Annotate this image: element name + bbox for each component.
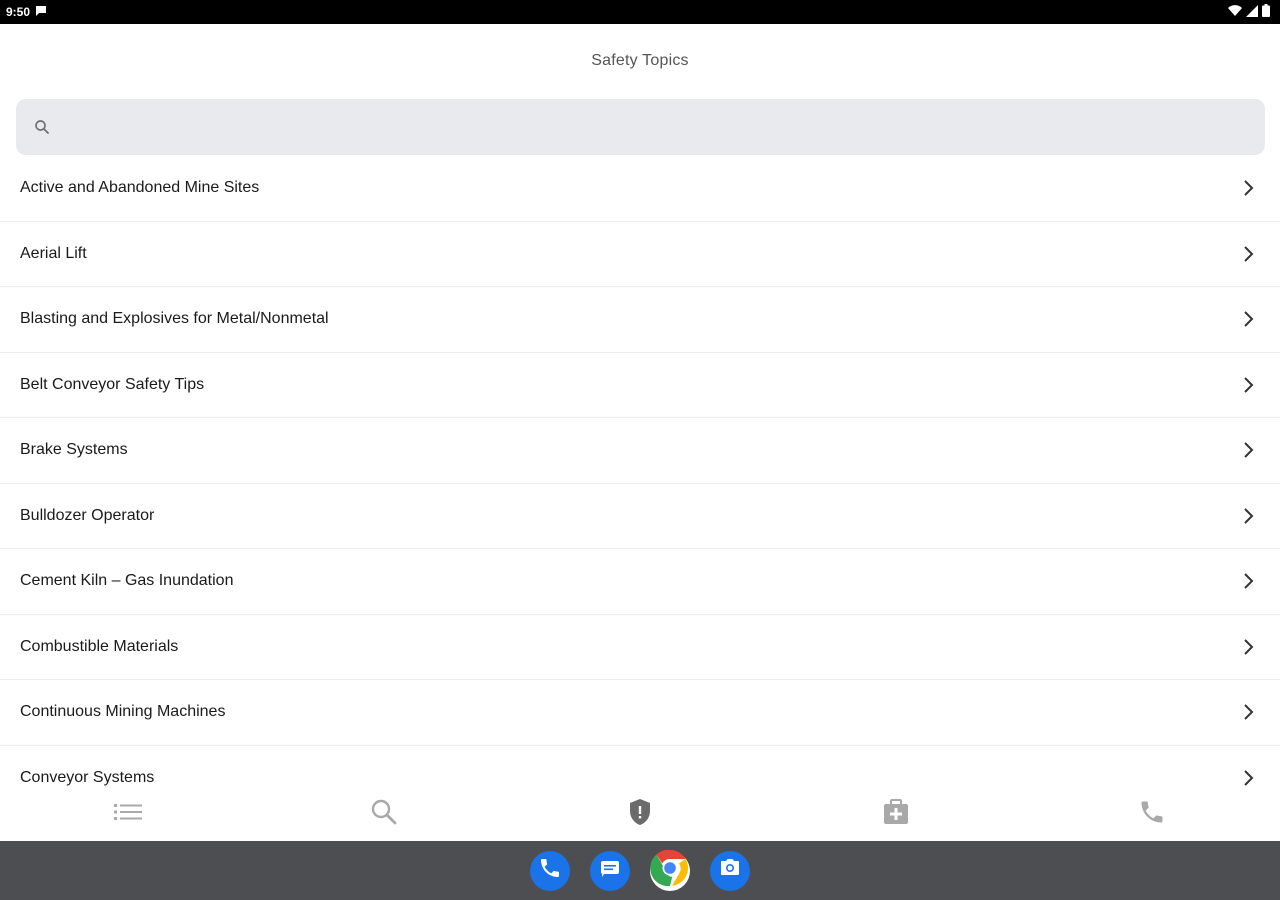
camera-app-icon (718, 856, 742, 885)
status-left: 9:50 (6, 5, 47, 20)
chevron-right-icon (1238, 243, 1260, 265)
list-item[interactable]: Belt Conveyor Safety Tips (0, 353, 1280, 418)
bottom-nav (0, 787, 1280, 841)
chevron-right-icon (1238, 308, 1260, 330)
messages-app[interactable] (590, 850, 630, 891)
nav-safety[interactable] (512, 787, 768, 841)
list-item-label: Cement Kiln – Gas Inundation (20, 572, 234, 590)
chevron-right-icon (1238, 439, 1260, 461)
chevron-right-icon (1238, 177, 1260, 199)
list-item-label: Blasting and Explosives for Metal/Nonmet… (20, 310, 329, 328)
chevron-right-icon (1238, 636, 1260, 658)
chevron-right-icon (1238, 505, 1260, 527)
list-item[interactable]: Brake Systems (0, 418, 1280, 484)
app-header: Safety Topics (0, 24, 1280, 98)
nav-first-aid[interactable] (768, 787, 1024, 841)
phone-app-icon (538, 856, 562, 885)
nav-topics-list[interactable] (0, 787, 256, 841)
chrome-app-icon (650, 848, 690, 893)
list-item-label: Conveyor Systems (20, 768, 155, 786)
first-aid-kit-icon (882, 798, 910, 830)
chrome-app[interactable] (650, 848, 690, 893)
search-icon (32, 117, 52, 137)
list-item[interactable]: Conveyor Systems (0, 746, 1280, 788)
list-item[interactable]: Continuous Mining Machines (0, 680, 1280, 746)
messages-app-icon (598, 856, 622, 885)
list-item-label: Continuous Mining Machines (20, 703, 226, 721)
page-title: Safety Topics (591, 52, 689, 69)
chevron-right-icon (1238, 570, 1260, 592)
list-item[interactable]: Aerial Lift (0, 222, 1280, 287)
list-item[interactable]: Active and Abandoned Mine Sites (0, 156, 1280, 222)
chevron-right-icon (1238, 701, 1260, 723)
search-icon (370, 798, 398, 831)
search-bar[interactable] (16, 99, 1265, 155)
list-item-label: Active and Abandoned Mine Sites (20, 179, 260, 197)
status-right (1228, 4, 1270, 20)
system-dock (0, 841, 1280, 900)
wifi-icon (1228, 4, 1242, 20)
status-bar: 9:50 (0, 0, 1280, 24)
list-item-label: Bulldozer Operator (20, 506, 155, 524)
list-item[interactable]: Blasting and Explosives for Metal/Nonmet… (0, 287, 1280, 353)
camera-app[interactable] (710, 850, 750, 891)
list-item-label: Combustible Materials (20, 637, 179, 655)
list-item-label: Aerial Lift (20, 244, 87, 262)
phone-icon (1138, 798, 1166, 831)
battery-icon (1262, 4, 1270, 20)
list-item[interactable]: Cement Kiln – Gas Inundation (0, 549, 1280, 615)
search-input[interactable] (62, 99, 1265, 155)
nav-search[interactable] (256, 787, 512, 841)
phone-app[interactable] (530, 850, 570, 891)
chevron-right-icon (1238, 374, 1260, 396)
topic-list: Active and Abandoned Mine Sites Aerial L… (0, 156, 1280, 787)
status-time: 9:50 (6, 5, 31, 19)
list-item-label: Belt Conveyor Safety Tips (20, 375, 205, 393)
list-item[interactable]: Bulldozer Operator (0, 484, 1280, 549)
list-item[interactable]: Combustible Materials (0, 615, 1280, 680)
chevron-right-icon (1238, 767, 1260, 787)
signal-icon (1246, 4, 1258, 20)
nav-contact[interactable] (1024, 787, 1280, 841)
chat-notification-icon (35, 5, 47, 20)
shield-icon (628, 798, 652, 831)
list-icon (113, 801, 143, 828)
list-item-label: Brake Systems (20, 441, 128, 459)
